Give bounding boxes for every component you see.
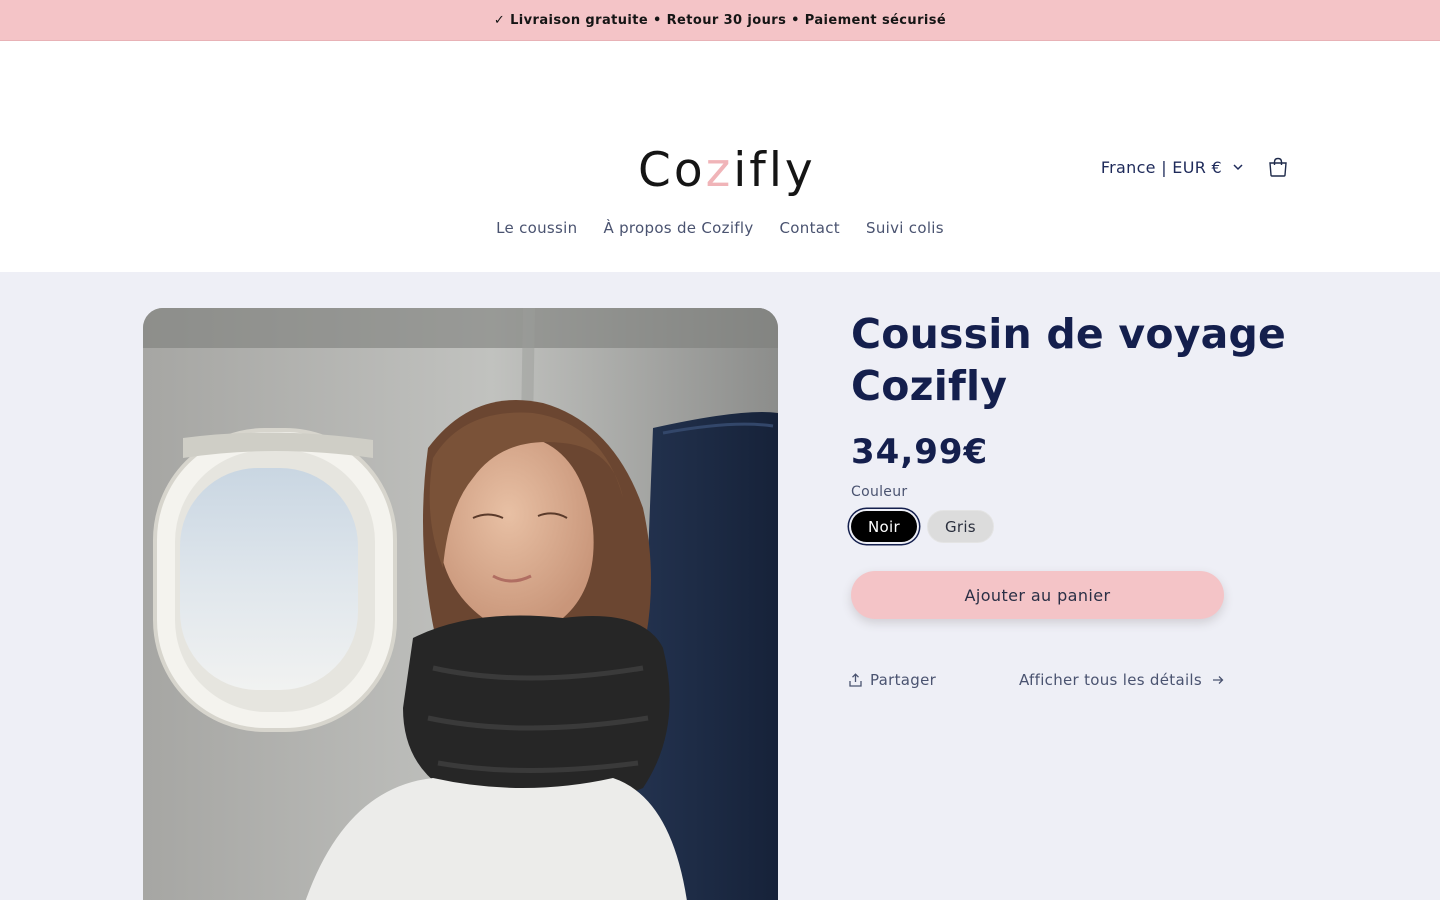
color-options: Noir Gris xyxy=(851,510,1291,543)
color-option-label: Couleur xyxy=(851,484,908,500)
announcement-bar: ✓ Livraison gratuite • Retour 30 jours •… xyxy=(0,0,1440,41)
color-option-gris[interactable]: Gris xyxy=(926,510,994,543)
product-title: Coussin de voyage Cozifly xyxy=(851,310,1287,410)
nav-item-contact[interactable]: Contact xyxy=(780,217,840,239)
product-info: Coussin de voyage Cozifly 34,99€ Couleur… xyxy=(849,308,1291,689)
logo-text-accent: z xyxy=(705,143,734,198)
chevron-down-icon xyxy=(1233,164,1243,171)
arrow-right-icon xyxy=(1213,676,1224,684)
main-nav: Le coussin À propos de Cozifly Contact S… xyxy=(0,217,1440,239)
product-section: Coussin de voyage Cozifly 34,99€ Couleur… xyxy=(0,272,1440,900)
nav-item-a-propos[interactable]: À propos de Cozifly xyxy=(603,217,753,239)
nav-item-suivi-colis[interactable]: Suivi colis xyxy=(866,217,944,239)
announcement-text: ✓ Livraison gratuite • Retour 30 jours •… xyxy=(493,12,947,28)
product-actions: Partager Afficher tous les détails xyxy=(849,671,1224,689)
share-icon xyxy=(849,673,862,687)
cart-icon xyxy=(1269,157,1287,177)
add-to-cart-button[interactable]: Ajouter au panier xyxy=(851,571,1224,619)
product-photo xyxy=(143,308,778,900)
nav-item-le-coussin[interactable]: Le coussin xyxy=(496,217,577,239)
view-details-label: Afficher tous les détails xyxy=(1019,671,1202,689)
logo-text-start: Co xyxy=(638,143,706,198)
color-option-noir[interactable]: Noir xyxy=(851,511,917,542)
share-button[interactable]: Partager xyxy=(849,671,936,689)
locale-label: France | EUR € xyxy=(1100,157,1222,177)
logo-text-end: ifly xyxy=(733,143,816,198)
view-details-link[interactable]: Afficher tous les détails xyxy=(1019,671,1224,689)
share-label: Partager xyxy=(870,671,937,689)
locale-selector[interactable]: France | EUR € xyxy=(1101,158,1244,177)
site-header: Cozifly France | EUR € Le coussin À prop… xyxy=(0,41,1440,272)
logo[interactable]: Cozifly xyxy=(638,141,816,201)
header-actions: France | EUR € xyxy=(1101,155,1290,179)
cart-button[interactable] xyxy=(1266,155,1290,179)
product-image[interactable] xyxy=(143,308,778,900)
product-price: 34,99€ xyxy=(851,432,989,472)
